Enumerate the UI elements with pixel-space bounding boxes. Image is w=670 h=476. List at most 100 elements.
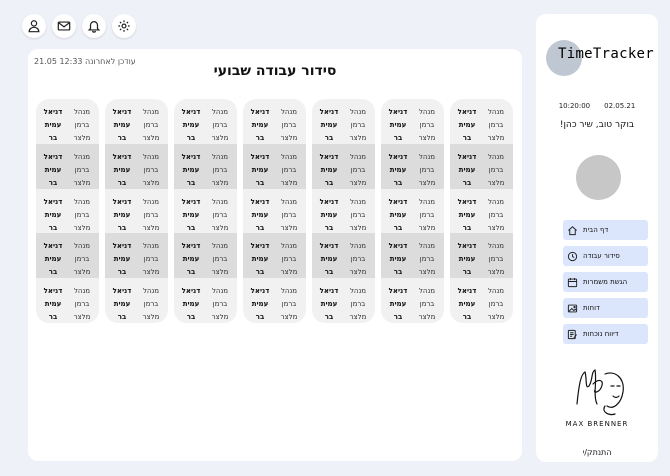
role-label: מנהל [211, 108, 229, 116]
shift-cell[interactable]: מנהל ברמן מלצר דניאל עמית בר [312, 278, 375, 323]
shift-roles: מנהל ברמן מלצר [415, 196, 439, 235]
shift-cell[interactable]: מנהל ברמן מלצר דניאל עמית בר [381, 143, 444, 189]
role-label: מנהל [73, 108, 91, 116]
shift-cell[interactable]: מנהל ברמן מלצר דניאל עמית בר [450, 233, 513, 279]
shift-cell[interactable]: מנהל ברמן מלצר דניאל עמית בר [105, 233, 168, 279]
employee-name: בר [48, 313, 58, 322]
shift-cell[interactable]: מנהל ברמן מלצר דניאל עמית בר [243, 143, 306, 189]
shift-employees: דניאל עמית בר [248, 240, 272, 279]
role-label: מלצר [211, 313, 229, 322]
bell-icon[interactable] [82, 14, 106, 38]
sidebar: TimeTracker 10:20:00 02.05.21 בוקר טוב, … [536, 14, 658, 462]
shift-cell[interactable]: מנהל ברמן מלצר דניאל עמית בר [36, 143, 99, 189]
shift-cell[interactable]: מנהל ברמן מלצר דניאל עמית בר [381, 189, 444, 234]
employee-name: דניאל [457, 197, 477, 206]
shift-cell[interactable]: מנהל ברמן מלצר דניאל עמית בר [243, 189, 306, 234]
nav-submit-shifts[interactable]: הגשת משמרות [563, 272, 648, 292]
role-label: מנהל [418, 152, 436, 161]
role-label: מלצר [349, 313, 367, 322]
logo[interactable]: TimeTracker [546, 38, 656, 78]
employee-name: דניאל [181, 242, 201, 251]
shift-cell[interactable]: מנהל ברמן מלצר דניאל עמית בר [312, 99, 375, 144]
employee-name: עמית [251, 165, 269, 174]
role-label: מנהל [280, 287, 298, 296]
shift-cell[interactable]: מנהל ברמן מלצר דניאל עמית בר [174, 143, 237, 190]
mail-icon[interactable] [52, 14, 76, 38]
employee-name: עמית [113, 255, 131, 264]
day-column: מנהל ברמן מלצר דניאל עמית בר מנהל ברמן מלצר דניאל… [174, 99, 237, 323]
shift-cell[interactable]: מנהל ברמן מלצר דניאל עמית בר [243, 233, 306, 279]
shift-employees: דניאל עמית בר [386, 285, 410, 323]
role-label: מנהל [418, 242, 436, 251]
shift-cell[interactable]: מנהל ברמן מלצר דניאל עמית בר [174, 278, 237, 323]
employee-name: דניאל [112, 287, 132, 296]
role-label: ברמן [488, 300, 504, 309]
employee-name: עמית [251, 255, 269, 264]
shift-cell[interactable]: מנהל ברמן מלצר דניאל עמית בר [381, 99, 444, 144]
shift-cell[interactable]: מנהל ברמן מלצר דניאל עמית בר [174, 233, 237, 279]
role-label: ברמן [212, 121, 228, 129]
shift-employees: דניאל עמית בר [386, 196, 410, 235]
shift-cell[interactable]: מנהל ברמן מלצר דניאל עמית בר [312, 189, 375, 234]
shift-cell[interactable]: מנהל ברמן מלצר דניאל עמית בר [381, 278, 444, 323]
employee-name: דניאל [43, 197, 63, 206]
shift-employees: דניאל עמית בר [317, 106, 341, 145]
employee-name: עמית [320, 255, 338, 264]
shift-cell[interactable]: מנהל ברמן מלצר דניאל עמית בר [105, 99, 168, 144]
shift-cell[interactable]: מנהל ברמן מלצר דניאל עמית בר [450, 143, 513, 189]
user-icon[interactable] [22, 14, 46, 38]
shift-employees: דניאל עמית בר [248, 285, 272, 323]
role-label: מנהל [73, 242, 91, 251]
nav-attendance[interactable]: דיווח נוכחות [563, 324, 648, 344]
shift-cell[interactable]: מנהל ברמן מלצר דניאל עמית בר [36, 99, 99, 144]
shift-employees: דניאל עמית בר [41, 196, 65, 235]
shift-cell[interactable]: מנהל ברמן מלצר דניאל עמית בר [243, 99, 306, 144]
shift-roles: מנהל ברמן מלצר [277, 285, 301, 323]
employee-name: דניאל [181, 108, 201, 116]
role-label: ברמן [74, 300, 90, 309]
employee-name: דניאל [250, 287, 270, 296]
role-label: ברמן [488, 255, 504, 264]
shift-roles: מנהל ברמן מלצר [208, 151, 232, 190]
logout-link[interactable]: התנתק/י [536, 448, 658, 457]
shift-employees: דניאל עמית בר [455, 285, 479, 323]
shift-cell[interactable]: מנהל ברמן מלצר דניאל עמית בר [312, 143, 375, 189]
shift-cell[interactable]: מנהל ברמן מלצר דניאל עמית בר [243, 278, 306, 323]
role-label: ברמן [419, 165, 435, 174]
shift-cell[interactable]: מנהל ברמן מלצר דניאל עמית בר [105, 143, 168, 189]
role-label: מנהל [142, 108, 160, 116]
employee-name: עמית [389, 255, 407, 264]
shift-cell[interactable]: מנהל ברמן מלצר דניאל עמית בר [174, 99, 237, 144]
role-label: ברמן [212, 165, 228, 174]
role-label: מנהל [211, 242, 229, 251]
shift-cell[interactable]: מנהל ברמן מלצר דניאל עמית בר [312, 233, 375, 279]
nav-home[interactable]: דף הבית [563, 220, 648, 240]
role-label: ברמן [212, 210, 228, 219]
nav-reports[interactable]: דוחות [563, 298, 648, 318]
shift-cell[interactable]: מנהל ברמן מלצר דניאל עמית בר [36, 233, 99, 279]
role-label: מנהל [142, 152, 160, 161]
shift-cell[interactable]: מנהל ברמן מלצר דניאל עמית בר [450, 278, 513, 323]
shift-cell[interactable]: מנהל ברמן מלצר דניאל עמית בר [36, 189, 99, 234]
shift-cell[interactable]: מנהל ברמן מלצר דניאל עמית בר [381, 233, 444, 279]
employee-name: עמית [182, 165, 200, 174]
gear-icon[interactable] [112, 14, 136, 38]
role-label: ברמן [350, 255, 366, 264]
role-label: מנהל [349, 108, 367, 116]
employee-name: דניאל [181, 287, 201, 296]
employee-name: עמית [182, 255, 200, 264]
shift-cell[interactable]: מנהל ברמן מלצר דניאל עמית בר [450, 99, 513, 144]
sidebar-nav: דף הבית סידור עבודה הגשת משמרות דוחות די… [563, 220, 648, 344]
shift-cell[interactable]: מנהל ברמן מלצר דניאל עמית בר [36, 278, 99, 323]
employee-name: דניאל [319, 152, 339, 161]
employee-name: בר [117, 313, 127, 322]
nav-schedule[interactable]: סידור עבודה [563, 246, 648, 266]
shift-cell[interactable]: מנהל ברמן מלצר דניאל עמית בר [105, 278, 168, 323]
avatar[interactable] [576, 155, 621, 200]
shift-cell[interactable]: מנהל ברמן מלצר דניאל עמית בר [105, 189, 168, 234]
employee-name: דניאל [112, 108, 132, 116]
role-label: ברמן [419, 300, 435, 309]
shift-cell[interactable]: מנהל ברמן מלצר דניאל עמית בר [450, 189, 513, 234]
shift-cell[interactable]: מנהל ברמן מלצר דניאל עמית בר [174, 189, 237, 234]
role-label: ברמן [281, 255, 297, 264]
